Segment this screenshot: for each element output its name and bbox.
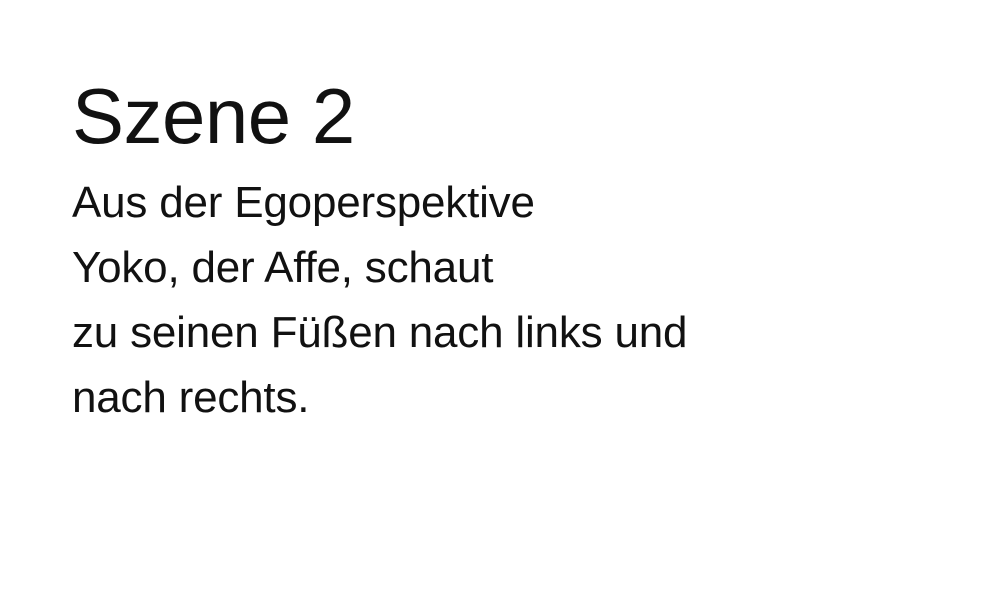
scene-description: Aus der Egoperspektive Yoko, der Affe, s…	[72, 170, 687, 430]
slide-page: Szene 2 Aus der Egoperspektive Yoko, der…	[0, 0, 1000, 616]
description-line: zu seinen Füßen nach links und	[72, 308, 688, 357]
scene-title: Szene 2	[72, 72, 355, 160]
description-line: Aus der Egoperspektive	[72, 178, 535, 227]
description-line: Yoko, der Affe, schaut	[72, 243, 494, 292]
description-line: nach rechts.	[72, 373, 310, 422]
